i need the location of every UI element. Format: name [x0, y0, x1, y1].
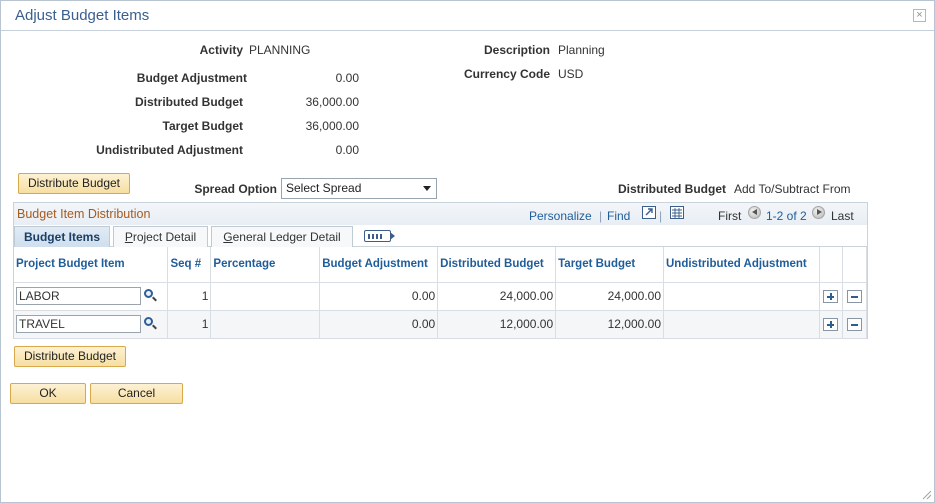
col-seq[interactable]: Seq #: [167, 247, 212, 283]
cell-add: [819, 282, 843, 311]
cell-add: [819, 310, 843, 339]
budget-adjustment-label: Budget Adjustment: [136, 71, 247, 85]
find-link[interactable]: Find: [607, 209, 630, 223]
adjust-budget-items-dialog: Adjust Budget Items × Activity PLANNING …: [0, 0, 935, 503]
col-add: [819, 247, 843, 283]
budget-items-table: Project Budget Item Seq # Percentage Bud…: [14, 247, 868, 339]
cell-delete: [842, 282, 868, 311]
project-budget-item-input[interactable]: TRAVEL: [16, 315, 141, 333]
distribute-budget-button-top[interactable]: Distribute Budget: [18, 173, 130, 194]
dialog-title: Adjust Budget Items: [15, 7, 150, 24]
cell-percentage: [210, 310, 321, 339]
cell-undistributed: [663, 310, 820, 339]
nav-separator-2: |: [659, 209, 663, 223]
delete-row-icon[interactable]: [846, 318, 862, 332]
first-label: First: [718, 209, 742, 223]
previous-icon[interactable]: [748, 206, 761, 219]
ok-button[interactable]: OK: [10, 383, 86, 404]
target-budget-label: Target Budget: [162, 119, 243, 133]
personalize-link[interactable]: Personalize: [529, 209, 592, 223]
last-label: Last: [831, 209, 854, 223]
cell-undistributed: [663, 282, 820, 311]
add-row-icon[interactable]: [823, 290, 839, 304]
spread-option-label: Spread Option: [194, 182, 277, 196]
activity-label: Activity: [199, 43, 243, 57]
distribute-budget-button-bottom[interactable]: Distribute Budget: [14, 346, 126, 367]
cell-target-budget: 24,000.00: [555, 282, 664, 311]
col-undistributed-adjustment[interactable]: Undistributed Adjustment: [663, 247, 820, 283]
cell-item: TRAVEL: [14, 310, 169, 339]
description-value: Planning: [558, 43, 605, 57]
cell-delete: [842, 310, 868, 339]
tab-project-detail[interactable]: Project Detail: [113, 226, 208, 247]
currency-code-label: Currency Code: [463, 67, 550, 81]
spread-option-select[interactable]: Select Spread: [281, 178, 437, 199]
cell-item: LABOR: [14, 282, 169, 311]
col-percentage[interactable]: Percentage: [210, 247, 321, 283]
row-range: 1-2 of 2: [766, 209, 807, 223]
cancel-button[interactable]: Cancel: [90, 383, 183, 404]
cell-budget-adjustment: 0.00: [319, 310, 439, 339]
cell-distributed-budget: 24,000.00: [437, 282, 557, 311]
distributed-budget-mode-value: Add To/Subtract From: [734, 182, 851, 196]
undistributed-adjustment-value: 0.00: [335, 143, 359, 157]
title-bar: Adjust Budget Items ×: [1, 1, 934, 31]
nav-separator: |: [599, 209, 603, 223]
cell-seq: 1: [167, 282, 212, 311]
project-budget-item-input[interactable]: LABOR: [16, 287, 141, 305]
cell-seq: 1: [167, 310, 212, 339]
col-distributed-budget[interactable]: Distributed Budget: [437, 247, 557, 283]
cell-distributed-budget: 12,000.00: [437, 310, 557, 339]
lookup-icon[interactable]: [142, 316, 158, 332]
table-row: LABOR 1 0.00 24,000.00 24,000.00: [14, 282, 868, 311]
cell-percentage: [210, 282, 321, 311]
tab-budget-items[interactable]: Budget Items: [14, 226, 110, 248]
grid-tabs: Budget Items Project Detail General Ledg…: [14, 225, 867, 248]
budget-item-distribution-grid: Budget Item Distribution Personalize | F…: [13, 202, 868, 339]
table-row: TRAVEL 1 0.00 12,000.00 12,000.00: [14, 310, 868, 339]
budget-adjustment-value: 0.00: [335, 71, 359, 85]
zoom-icon[interactable]: [642, 206, 656, 219]
description-label: Description: [483, 43, 550, 57]
table-header-row: Project Budget Item Seq # Percentage Bud…: [14, 247, 868, 283]
undistributed-adjustment-label: Undistributed Adjustment: [96, 143, 243, 157]
add-row-icon[interactable]: [823, 318, 839, 332]
distributed-budget-value: 36,000.00: [305, 95, 359, 109]
dropdown-arrow-icon: [423, 186, 431, 191]
col-project-budget-item[interactable]: Project Budget Item: [14, 247, 169, 283]
download-icon[interactable]: [670, 206, 684, 219]
lookup-icon[interactable]: [142, 288, 158, 304]
col-budget-adjustment[interactable]: Budget Adjustment: [319, 247, 439, 283]
delete-row-icon[interactable]: [846, 290, 862, 304]
grid-header: Budget Item Distribution Personalize | F…: [14, 203, 867, 225]
next-icon[interactable]: [812, 206, 825, 219]
grid-title: Budget Item Distribution: [17, 207, 151, 221]
spread-option-value: Select Spread: [286, 181, 362, 195]
col-target-budget[interactable]: Target Budget: [555, 247, 664, 283]
resize-grip-icon[interactable]: [922, 490, 932, 500]
currency-code-value: USD: [558, 67, 584, 81]
distributed-budget-label: Distributed Budget: [135, 95, 243, 109]
target-budget-value: 36,000.00: [305, 119, 359, 133]
cell-budget-adjustment: 0.00: [319, 282, 439, 311]
show-all-columns-icon[interactable]: [364, 230, 395, 242]
cell-target-budget: 12,000.00: [555, 310, 664, 339]
col-delete: [842, 247, 868, 283]
distributed-budget-mode-label: Distributed Budget: [618, 182, 726, 196]
close-icon[interactable]: ×: [913, 9, 926, 22]
activity-value: PLANNING: [249, 43, 311, 57]
tab-general-ledger-detail[interactable]: General Ledger Detail: [211, 226, 353, 247]
